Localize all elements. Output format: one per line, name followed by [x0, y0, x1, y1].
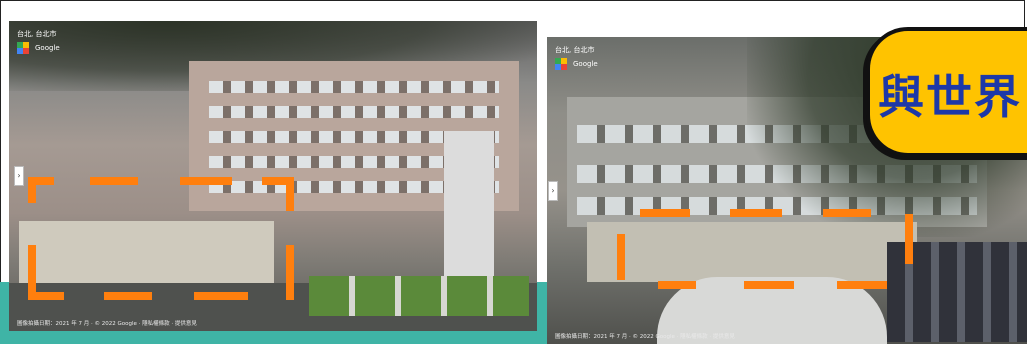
- google-maps-icon: [17, 42, 29, 54]
- google-maps-icon: [555, 58, 567, 70]
- front-wall: [587, 222, 917, 282]
- title-callout-bubble: 與世界: [866, 27, 1027, 157]
- imagery-footer: 圖像拍攝日期：2021 年 7 月 · © 2022 Google · 隱私權條…: [17, 321, 197, 327]
- google-brand-label: Google: [573, 59, 598, 68]
- map-attribution: 台北, 台北市 Google: [17, 30, 60, 54]
- window-row: [209, 106, 499, 118]
- callout-title: 與世界: [878, 70, 1022, 124]
- map-attribution: 台北, 台北市 Google: [555, 46, 598, 70]
- planter-row: [309, 276, 529, 316]
- window-row: [209, 81, 499, 93]
- pan-left-arrow[interactable]: ›: [14, 166, 24, 186]
- location-label: 台北, 台北市: [555, 46, 595, 54]
- pan-left-arrow[interactable]: ›: [548, 181, 558, 201]
- google-brand-label: Google: [35, 43, 60, 52]
- front-wall: [19, 221, 274, 291]
- location-label: 台北, 台北市: [17, 30, 57, 38]
- left-street-view-image[interactable]: 台北, 台北市 Google 圖像拍攝日期：2021 年 7 月 · © 202…: [9, 21, 537, 331]
- imagery-footer: 圖像拍攝日期：2021 年 7 月 · © 2022 Google · 隱私權條…: [555, 334, 735, 340]
- school-gate-pillar: [444, 131, 494, 281]
